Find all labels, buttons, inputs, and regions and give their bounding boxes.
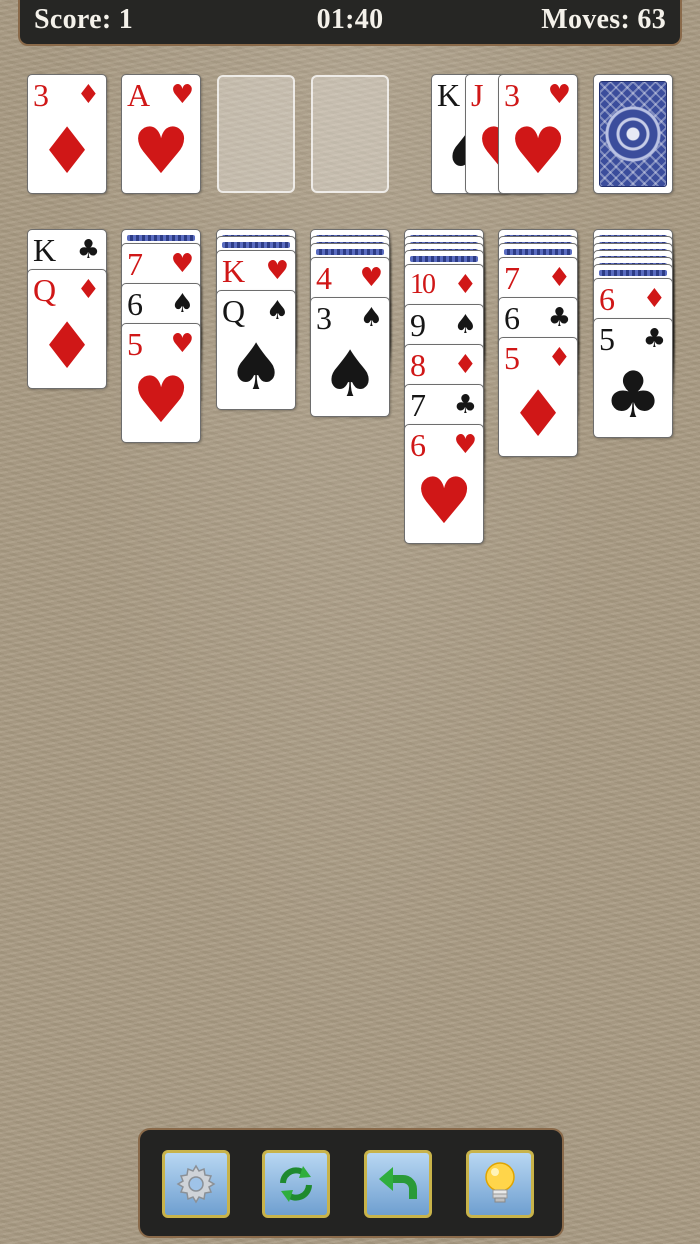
card-back-strip <box>127 235 195 241</box>
stock-card-back[interactable] <box>593 74 673 194</box>
card-suit-icon: ♦ <box>547 263 571 293</box>
card-suit-icon: ♦ <box>453 270 477 300</box>
card-rank: 5 <box>599 321 615 357</box>
card-suit-icon: ♥ <box>547 80 571 110</box>
card-rank: 6 <box>410 427 426 463</box>
playing-card[interactable]: 5 ♥ ♥ <box>121 323 201 443</box>
card-center-suit-icon: ♦ <box>38 310 96 384</box>
card-rank: 7 <box>504 260 520 296</box>
card-suit-icon: ♣ <box>642 324 666 354</box>
card-back-strip <box>222 242 290 248</box>
card-suit-icon: ♥ <box>170 329 194 359</box>
card-center-suit-icon: ♥ <box>132 115 190 189</box>
card-rank: A <box>127 77 151 113</box>
card-suit-icon: ♥ <box>453 430 477 460</box>
settings-button[interactable] <box>162 1150 230 1218</box>
card-center-suit-icon: ♦ <box>509 378 567 452</box>
card-center-suit-icon: ♥ <box>132 364 190 438</box>
moves-label: Moves: 63 <box>541 4 666 35</box>
card-rank: Q <box>222 293 246 329</box>
undo-icon <box>379 1167 417 1199</box>
card-rank: 6 <box>127 286 143 322</box>
card-back-strip <box>599 270 667 276</box>
card-suit-icon: ♠ <box>453 310 477 340</box>
card-suit-icon: ♦ <box>76 275 100 305</box>
card-suit-icon: ♥ <box>359 263 383 293</box>
card-suit-icon: ♥ <box>170 80 194 110</box>
card-suit-icon: ♥ <box>170 249 194 279</box>
card-suit-icon: ♦ <box>76 80 100 110</box>
card-suit-icon: ♦ <box>453 350 477 380</box>
playing-card[interactable]: 6 ♥ ♥ <box>404 424 484 544</box>
card-back-strip <box>504 249 572 255</box>
empty-foundation-slot[interactable] <box>311 75 389 193</box>
refresh-icon <box>280 1166 312 1202</box>
card-rank: K <box>222 253 246 289</box>
bottom-toolbar <box>138 1128 564 1238</box>
playing-card[interactable]: A ♥ ♥ <box>121 74 201 194</box>
card-suit-icon: ♣ <box>547 303 571 333</box>
playing-card[interactable]: Q ♠ ♠ <box>216 290 296 410</box>
playing-card[interactable]: 3 ♠ ♠ <box>310 297 390 417</box>
playing-card[interactable]: Q ♦ ♦ <box>27 269 107 389</box>
card-back-strip <box>410 256 478 262</box>
status-bar: Score: 1 01:40 Moves: 63 <box>18 0 682 46</box>
card-rank: 3 <box>504 77 520 113</box>
card-center-suit-icon: ♠ <box>321 338 379 412</box>
card-suit-icon: ♠ <box>265 296 289 326</box>
card-back-strip <box>316 249 384 255</box>
playing-card[interactable]: 3 ♥ ♥ <box>498 74 578 194</box>
card-suit-icon: ♣ <box>76 235 100 265</box>
card-rank: K <box>437 77 461 113</box>
card-suit-icon: ♣ <box>453 390 477 420</box>
card-rank: 3 <box>33 77 49 113</box>
card-suit-icon: ♥ <box>265 256 289 286</box>
new-game-button[interactable] <box>262 1150 330 1218</box>
card-rank: 5 <box>127 326 143 362</box>
card-center-suit-icon: ♠ <box>227 331 285 405</box>
card-center-suit-icon: ♣ <box>604 359 662 433</box>
card-rank: Q <box>33 272 57 308</box>
card-suit-icon: ♠ <box>359 303 383 333</box>
lightbulb-icon <box>485 1162 515 1203</box>
empty-foundation-slot[interactable] <box>217 75 295 193</box>
card-rank: 6 <box>504 300 520 336</box>
playing-card[interactable]: 5 ♦ ♦ <box>498 337 578 457</box>
gear-icon <box>176 1164 216 1204</box>
card-suit-icon: ♠ <box>170 289 194 319</box>
card-rank: 4 <box>316 260 332 296</box>
card-center-suit-icon: ♥ <box>415 465 473 539</box>
card-suit-icon: ♦ <box>547 343 571 373</box>
card-rank: 7 <box>410 387 426 423</box>
card-center-suit-icon: ♦ <box>38 115 96 189</box>
card-rank: 9 <box>410 307 426 343</box>
card-rank: K <box>33 232 57 268</box>
card-rank: 6 <box>599 281 615 317</box>
card-back-pattern <box>599 81 667 187</box>
undo-button[interactable] <box>364 1150 432 1218</box>
card-suit-icon: ♦ <box>642 284 666 314</box>
card-center-suit-icon: ♥ <box>509 115 567 189</box>
card-rank: 10 <box>410 269 436 300</box>
card-rank: 8 <box>410 347 426 383</box>
card-rank: 3 <box>316 300 332 336</box>
playing-card[interactable]: 3 ♦ ♦ <box>27 74 107 194</box>
card-rank: 5 <box>504 340 520 376</box>
playing-card[interactable]: 5 ♣ ♣ <box>593 318 673 438</box>
hint-button[interactable] <box>466 1150 534 1218</box>
card-rank: 7 <box>127 246 143 282</box>
card-rank: J <box>471 77 484 113</box>
